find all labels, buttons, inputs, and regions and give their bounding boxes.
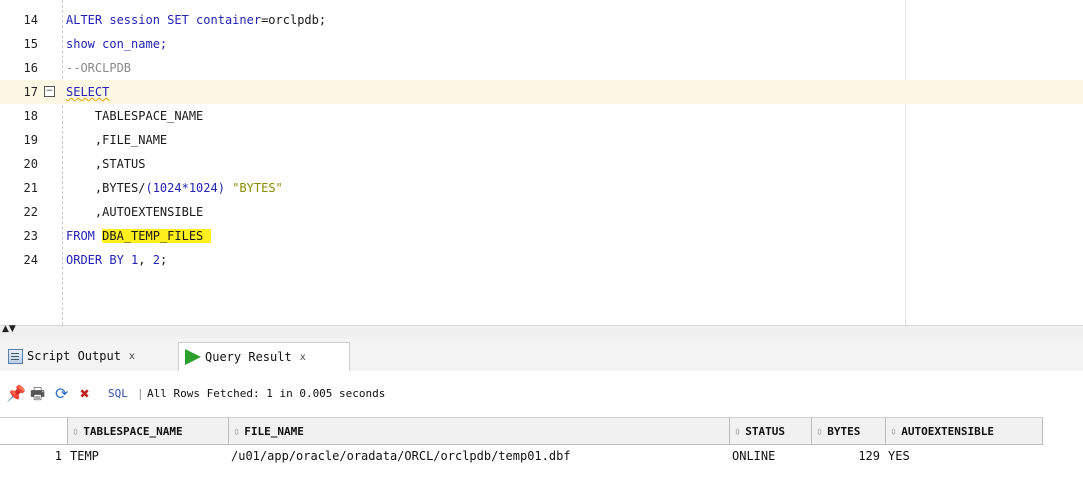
column-header-label: STATUS xyxy=(745,424,785,438)
code-token: --ORCLPDB xyxy=(66,61,132,75)
result-grid[interactable]: ⇳ TABLESPACE_NAME ⇳ FILE_NAME ⇳ STATUS ⇳… xyxy=(0,417,1083,490)
code-line[interactable]: 16 --ORCLPDB xyxy=(0,56,1083,80)
fold-toggle-icon[interactable]: − xyxy=(44,86,55,97)
code-token: ,BYTES/ xyxy=(66,181,146,195)
sort-icon[interactable]: ⇳ xyxy=(233,424,240,438)
sort-icon[interactable]: ⇳ xyxy=(816,424,823,438)
line-number: 23 xyxy=(23,229,38,243)
code-text[interactable]: --ORCLPDB xyxy=(66,56,131,80)
code-token: ALTER session SET container xyxy=(66,13,262,27)
splitter-arrows-icon[interactable]: ▲▼ xyxy=(2,325,16,334)
code-line[interactable]: 24 ORDER BY 1, 2; xyxy=(0,248,1083,272)
cell-tablespace-name[interactable]: TEMP xyxy=(68,445,229,467)
code-text[interactable]: TABLESPACE_NAME xyxy=(66,104,203,128)
code-token: DBA_TEMP_FILES xyxy=(102,229,211,243)
line-number: 14 xyxy=(23,13,38,27)
line-number: 19 xyxy=(23,133,38,147)
line-number: 15 xyxy=(23,37,38,51)
code-text[interactable]: ,BYTES/(1024*1024) "BYTES" xyxy=(66,176,283,200)
line-number: 16 xyxy=(23,61,38,75)
result-toolbar: 📌 🖶 ⟳ ✖ SQL | All Rows Fetched: 1 in 0.0… xyxy=(0,371,1083,417)
tab-script-output-close-icon[interactable]: x xyxy=(129,351,135,362)
column-header-status[interactable]: ⇳ STATUS xyxy=(730,417,812,445)
column-header-label: TABLESPACE_NAME xyxy=(83,424,183,438)
result-tab-bar: Script Output x Query Result x xyxy=(0,339,1083,372)
tab-query-result[interactable]: Query Result x xyxy=(178,342,350,371)
toolbar-separator: | xyxy=(137,387,144,400)
code-token: ,FILE_NAME xyxy=(66,133,168,147)
code-text[interactable]: ,AUTOEXTENSIBLE xyxy=(66,200,203,224)
code-line[interactable]: 19 ,FILE_NAME xyxy=(0,128,1083,152)
code-text[interactable]: FROM DBA_TEMP_FILES xyxy=(66,224,211,248)
column-header-label: BYTES xyxy=(827,424,861,438)
column-header-file-name[interactable]: ⇳ FILE_NAME xyxy=(229,417,730,445)
sort-icon[interactable]: ⇳ xyxy=(72,424,79,438)
code-text[interactable]: ORDER BY 1, 2; xyxy=(66,248,167,272)
query-result-run-icon xyxy=(185,349,201,365)
tab-script-output-label: Script Output xyxy=(27,349,121,363)
code-text[interactable]: ,FILE_NAME xyxy=(66,128,167,152)
code-token: TABLESPACE_NAME xyxy=(66,109,204,123)
delete-icon[interactable]: ✖ xyxy=(80,384,90,404)
tab-script-output[interactable]: Script Output x xyxy=(2,342,172,370)
fetch-status-text: All Rows Fetched: 1 in 0.005 seconds xyxy=(147,387,386,400)
line-number: 17 xyxy=(23,85,38,99)
code-text[interactable]: ALTER session SET container=orclpdb; xyxy=(66,8,326,32)
line-number: 20 xyxy=(23,157,38,171)
sort-icon[interactable]: ⇳ xyxy=(734,424,741,438)
code-line[interactable]: 20 ,STATUS xyxy=(0,152,1083,176)
code-line[interactable]: 21 ,BYTES/(1024*1024) "BYTES" xyxy=(0,176,1083,200)
code-text[interactable]: SELECT xyxy=(66,80,109,104)
code-token: ; xyxy=(159,253,168,267)
sort-icon[interactable]: ⇳ xyxy=(890,424,897,438)
code-line[interactable]: 18 TABLESPACE_NAME xyxy=(0,104,1083,128)
code-token: ORDER BY xyxy=(66,253,132,267)
refresh-icon[interactable]: ⟳ xyxy=(55,384,68,404)
code-text[interactable]: ,STATUS xyxy=(66,152,146,176)
column-header-label: FILE_NAME xyxy=(244,424,304,438)
column-header-tablespace-name[interactable]: ⇳ TABLESPACE_NAME xyxy=(68,417,229,445)
cell-bytes[interactable]: 129 xyxy=(812,445,882,467)
tab-query-result-close-icon[interactable]: x xyxy=(300,352,306,363)
code-token: ,STATUS xyxy=(66,157,146,171)
code-token: SELECT xyxy=(66,85,110,99)
script-output-icon xyxy=(8,348,23,364)
cell-autoextensible[interactable]: YES xyxy=(886,445,1043,467)
code-token: (1024*1024) xyxy=(145,181,225,195)
code-line[interactable]: 22 ,AUTOEXTENSIBLE xyxy=(0,200,1083,224)
code-token: ,AUTOEXTENSIBLE xyxy=(66,205,204,219)
code-token: =orclpdb; xyxy=(261,13,327,27)
code-line[interactable]: 14 ALTER session SET container=orclpdb; xyxy=(0,8,1083,32)
pin-icon[interactable]: 📌 xyxy=(6,384,26,404)
cell-file-name[interactable]: /u01/app/oracle/oradata/ORCL/orclpdb/tem… xyxy=(229,445,730,467)
cell-status[interactable]: ONLINE xyxy=(732,445,812,467)
code-token: "BYTES" xyxy=(232,181,283,195)
sql-editor[interactable]: 14 ALTER session SET container=orclpdb; 15… xyxy=(0,0,1083,325)
code-token: FROM xyxy=(66,229,103,243)
column-header-label: AUTOEXTENSIBLE xyxy=(901,424,994,438)
code-token: 2 xyxy=(152,253,160,267)
row-number[interactable]: 1 xyxy=(0,445,66,467)
line-number: 18 xyxy=(23,109,38,123)
column-header-bytes[interactable]: ⇳ BYTES xyxy=(812,417,886,445)
pane-splitter[interactable]: ▲▼ xyxy=(0,325,1083,340)
code-token: show con_name; xyxy=(66,37,168,51)
code-line[interactable]: 15 show con_name; xyxy=(0,32,1083,56)
code-text[interactable]: show con_name; xyxy=(66,32,167,56)
code-token: , xyxy=(138,253,153,267)
line-number: 21 xyxy=(23,181,38,195)
line-number: 22 xyxy=(23,205,38,219)
sql-button[interactable]: SQL xyxy=(108,387,128,400)
tab-query-result-label: Query Result xyxy=(205,350,292,364)
line-number: 24 xyxy=(23,253,38,267)
row-number-header xyxy=(0,417,68,445)
code-line[interactable]: 17− SELECT xyxy=(0,80,1083,104)
column-header-autoextensible[interactable]: ⇳ AUTOEXTENSIBLE xyxy=(886,417,1043,445)
code-line[interactable]: 23 FROM DBA_TEMP_FILES xyxy=(0,224,1083,248)
print-icon[interactable]: 🖶 xyxy=(30,384,45,404)
